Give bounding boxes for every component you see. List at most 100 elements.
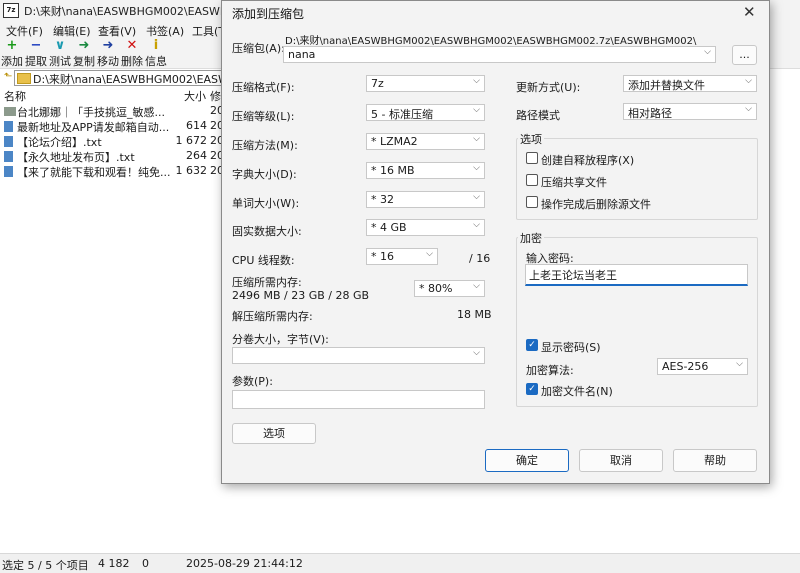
password-value: 上老王论坛当老王 — [529, 269, 617, 282]
list-item[interactable]: 台北娜娜｜「手技挑逗_敏感... 20 — [0, 104, 225, 119]
status-size: 4 182 — [98, 557, 130, 570]
mem-value: 2496 MB / 23 GB / 28 GB — [232, 289, 370, 302]
chevron-down-icon: ⌵ — [473, 105, 480, 115]
chevron-down-icon: ⌵ — [473, 348, 480, 358]
move-icon: ➜ — [102, 38, 114, 53]
chevron-down-icon: ⌵ — [745, 104, 752, 114]
options-group-title: 选项 — [518, 131, 544, 147]
close-icon[interactable]: ✕ — [743, 3, 756, 21]
params-label: 参数(P): — [232, 375, 273, 388]
word-label: 单词大小(W): — [232, 197, 300, 210]
chevron-down-icon: ⌵ — [736, 359, 743, 369]
encryption-group-title: 加密 — [518, 230, 544, 246]
chevron-down-icon: ⌵ — [473, 163, 480, 173]
dmem-value: 18 MB — [457, 308, 492, 321]
options-button[interactable]: 选项 — [232, 423, 316, 444]
menu-bookmarks[interactable]: 书签(A) — [146, 23, 184, 39]
dict-combo[interactable]: * 16 MB ⌵ — [366, 162, 485, 179]
shared-checkbox[interactable] — [526, 174, 538, 186]
extract-button[interactable]: − 提取 — [24, 39, 48, 69]
chevron-down-icon: ⌵ — [704, 47, 711, 57]
add-icon: + — [6, 38, 18, 53]
sfx-checkbox[interactable] — [526, 152, 538, 164]
address-field[interactable]: D:\来财\nana\EASWBHGM002\EASWBHGM002 — [14, 70, 284, 86]
encryption-method-combo[interactable]: AES-256 ⌵ — [657, 358, 748, 375]
list-item[interactable]: 【论坛介绍】.txt 1 672 20 — [0, 134, 225, 149]
show-password-checkbox[interactable]: ✓ — [526, 339, 538, 351]
up-folder-icon[interactable]: ⬑ — [4, 71, 14, 83]
encrypt-names-checkbox[interactable]: ✓ — [526, 383, 538, 395]
extract-icon: − — [30, 38, 42, 53]
delete-button[interactable]: ✕ 删除 — [120, 39, 144, 69]
dict-label: 字典大小(D): — [232, 168, 297, 181]
status-date: 2025-08-29 21:44:12 — [186, 557, 303, 570]
update-combo[interactable]: 添加并替换文件 ⌵ — [623, 75, 757, 92]
cpu-total: / 16 — [469, 252, 491, 265]
move-button[interactable]: ➜ 移动 — [96, 39, 120, 69]
encryption-method-label: 加密算法: — [526, 364, 574, 377]
help-button[interactable]: 帮助 — [673, 449, 757, 472]
column-size[interactable]: 大小 — [184, 88, 206, 104]
split-label: 分卷大小，字节(V): — [232, 333, 329, 346]
test-icon: ∨ — [54, 38, 66, 53]
folder-icon — [17, 73, 31, 84]
list-item[interactable]: 【永久地址发布页】.txt 264 20 — [0, 149, 225, 164]
cpu-combo[interactable]: * 16 ⌵ — [366, 248, 438, 265]
list-item[interactable]: 最新地址及APP请发邮箱自动... 614 20 — [0, 119, 225, 134]
mem-percent-combo[interactable]: * 80% ⌵ — [414, 280, 485, 297]
menu-view[interactable]: 查看(V) — [98, 23, 136, 39]
chevron-down-icon: ⌵ — [745, 76, 752, 86]
level-label: 压缩等级(L): — [232, 110, 295, 123]
list-item[interactable]: 【来了就能下载和观看！纯免... 1 632 20 — [0, 164, 225, 179]
file-icon — [4, 166, 13, 177]
method-label: 压缩方法(M): — [232, 139, 298, 152]
delete-source-checkbox[interactable] — [526, 196, 538, 208]
split-combo[interactable]: ⌵ — [232, 347, 485, 364]
folder-icon — [4, 107, 16, 116]
encrypt-names-label: 加密文件名(N) — [541, 385, 613, 398]
mem-label: 压缩所需内存: — [232, 276, 302, 289]
status-selected: 选定 5 / 5 个项目 — [2, 559, 89, 572]
menu-file[interactable]: 文件(F) — [6, 23, 43, 39]
add-button[interactable]: + 添加 — [0, 39, 24, 69]
password-input[interactable]: 上老王论坛当老王 — [525, 264, 748, 286]
column-name[interactable]: 名称 — [4, 88, 26, 104]
word-combo[interactable]: * 32 ⌵ — [366, 191, 485, 208]
ok-button[interactable]: 确定 — [485, 449, 569, 472]
params-input[interactable] — [232, 390, 485, 409]
chevron-down-icon: ⌵ — [473, 134, 480, 144]
cpu-label: CPU 线程数: — [232, 254, 295, 267]
cancel-button[interactable]: 取消 — [579, 449, 663, 472]
column-modified[interactable]: 修 — [210, 88, 221, 104]
archive-name-combo[interactable]: nana ⌵ — [283, 46, 716, 63]
level-combo[interactable]: 5 - 标准压缩 ⌵ — [366, 104, 485, 121]
dialog-title: 添加到压缩包 — [232, 7, 305, 21]
chevron-down-icon: ⌵ — [473, 281, 480, 291]
copy-button[interactable]: ➜ 复制 — [72, 39, 96, 69]
delete-icon: ✕ — [126, 38, 138, 53]
chevron-down-icon: ⌵ — [473, 192, 480, 202]
add-archive-dialog: 添加到压缩包 ✕ 压缩包(A): D:\来财\nana\EASWBHGM002\… — [221, 0, 770, 484]
path-mode-combo[interactable]: 相对路径 ⌵ — [623, 103, 757, 120]
browse-button[interactable]: ... — [732, 45, 757, 65]
format-combo[interactable]: 7z ⌵ — [366, 75, 485, 92]
test-button[interactable]: ∨ 测试 — [48, 39, 72, 69]
delete-source-label: 操作完成后删除源文件 — [541, 198, 651, 211]
menu-edit[interactable]: 编辑(E) — [53, 23, 91, 39]
format-label: 压缩格式(F): — [232, 81, 295, 94]
path-mode-label: 路径模式 — [516, 109, 560, 122]
status-bar: 选定 5 / 5 个项目 4 182 0 2025-08-29 21:44:12 — [0, 553, 800, 573]
dmem-label: 解压缩所需内存: — [232, 310, 313, 323]
chevron-down-icon: ⌵ — [426, 249, 433, 259]
chevron-down-icon: ⌵ — [473, 220, 480, 230]
method-combo[interactable]: * LZMA2 ⌵ — [366, 133, 485, 150]
update-label: 更新方式(U): — [516, 81, 581, 94]
archive-path: D:\来财\nana\EASWBHGM002\EASWBHGM002\EASWB… — [285, 36, 697, 47]
show-password-label: 显示密码(S) — [541, 341, 601, 354]
chevron-down-icon: ⌵ — [473, 76, 480, 86]
file-icon — [4, 121, 13, 132]
app-icon: 7z — [3, 3, 19, 18]
info-button[interactable]: i 信息 — [144, 39, 168, 69]
sfx-label: 创建自释放程序(X) — [541, 154, 635, 167]
solid-combo[interactable]: * 4 GB ⌵ — [366, 219, 485, 236]
